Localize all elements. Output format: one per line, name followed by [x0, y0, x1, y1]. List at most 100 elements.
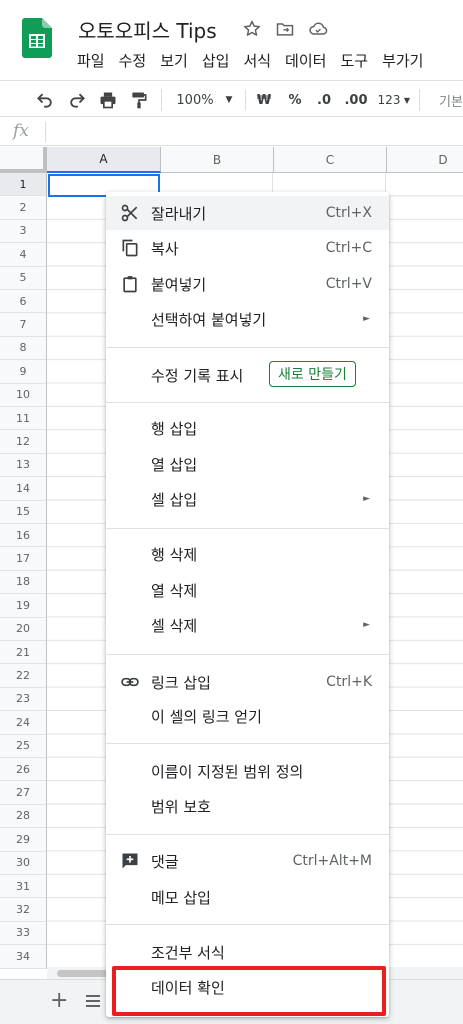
menu-item-label: 셀 삽입 — [151, 490, 198, 509]
row-header[interactable]: 34 — [0, 945, 47, 969]
menu-item-comment[interactable]: 댓글 Ctrl+Alt+M — [106, 844, 389, 878]
column-header-c[interactable]: C — [274, 147, 387, 173]
move-to-folder-icon[interactable] — [275, 19, 295, 39]
font-select[interactable]: 기본 — [438, 90, 463, 110]
select-all-corner[interactable] — [0, 147, 47, 173]
row-header[interactable]: 29 — [0, 828, 47, 852]
more-formats-button[interactable]: 123 — [375, 90, 403, 110]
menu-item-paste[interactable]: 붙여넣기 Ctrl+V — [106, 267, 389, 301]
chevron-down-icon[interactable]: ▼ — [402, 90, 412, 110]
zoom-select[interactable]: 100% — [175, 90, 215, 110]
row-header[interactable]: 6 — [0, 290, 47, 314]
row-header[interactable]: 25 — [0, 734, 47, 758]
row-header[interactable]: 16 — [0, 524, 47, 548]
undo-icon[interactable] — [34, 90, 56, 110]
menu-view[interactable]: 보기 — [160, 50, 188, 71]
document-title[interactable]: 오토오피스 Tips — [78, 15, 217, 44]
column-header-a[interactable]: A — [47, 147, 161, 173]
row-header[interactable]: 15 — [0, 500, 47, 524]
row-header[interactable]: 30 — [0, 851, 47, 875]
highlight-annotation-box — [112, 966, 386, 1016]
menu-item-insert-cells[interactable]: 셀 삽입 ► — [106, 482, 389, 516]
all-sheets-icon[interactable] — [84, 992, 102, 1010]
paint-format-icon[interactable] — [128, 90, 150, 110]
menu-item-paste-special[interactable]: 선택하여 붙여넣기 ► — [106, 302, 389, 336]
star-icon[interactable] — [242, 19, 262, 39]
menu-item-protect-range[interactable]: 범위 보호 — [106, 789, 389, 823]
print-icon[interactable] — [97, 90, 119, 110]
menu-addons[interactable]: 부가기 — [382, 50, 423, 71]
menu-item-delete-cells[interactable]: 셀 삭제 ► — [106, 608, 389, 642]
shortcut-label: Ctrl+X — [325, 205, 372, 221]
menu-item-label: 붙여넣기 — [151, 275, 207, 294]
clipboard-icon — [123, 276, 137, 293]
row-header[interactable]: 12 — [0, 430, 47, 454]
row-header[interactable]: 31 — [0, 875, 47, 899]
row-header[interactable]: 23 — [0, 687, 47, 712]
row-header[interactable]: 19 — [0, 594, 47, 618]
menu-tools[interactable]: 도구 — [340, 50, 368, 71]
menu-edit[interactable]: 수정 — [119, 50, 147, 71]
menu-item-label: 수정 기록 표시 — [151, 366, 244, 385]
column-header-b[interactable]: B — [161, 147, 274, 173]
row-header[interactable]: 28 — [0, 804, 47, 829]
row-header[interactable]: 10 — [0, 383, 47, 407]
menu-item-conditional-format[interactable]: 조건부 서식 — [106, 935, 389, 969]
row-header[interactable]: 13 — [0, 453, 47, 478]
row-header[interactable]: 4 — [0, 243, 47, 267]
row-header[interactable]: 7 — [0, 313, 47, 337]
row-header[interactable]: 24 — [0, 711, 47, 735]
scissors-icon — [121, 204, 138, 222]
row-header[interactable]: 14 — [0, 477, 47, 501]
row-header[interactable]: 5 — [0, 266, 47, 290]
cloud-saved-icon[interactable] — [308, 19, 328, 39]
row-header[interactable]: 1 — [0, 173, 47, 197]
menu-item-label: 잘라내기 — [151, 204, 207, 223]
formula-divider — [45, 122, 46, 142]
row-header[interactable]: 20 — [0, 617, 47, 641]
row-header[interactable]: 22 — [0, 664, 47, 688]
menu-item-edit-history[interactable]: 수정 기록 표시 새로 만들기 — [106, 358, 389, 392]
increase-decimal-button[interactable]: .00 — [342, 90, 370, 110]
menu-separator — [106, 834, 389, 835]
menu-item-label: 범위 보호 — [151, 797, 211, 816]
menu-item-insert-column[interactable]: 열 삽입 — [106, 447, 389, 481]
menu-item-delete-row[interactable]: 행 삭제 — [106, 537, 389, 571]
menu-item-insert-link[interactable]: 링크 삽입 Ctrl+K — [106, 665, 389, 699]
add-sheet-icon[interactable]: + — [50, 988, 68, 1013]
toolbar-divider — [161, 89, 162, 111]
row-header[interactable]: 8 — [0, 336, 47, 361]
menu-item-delete-column[interactable]: 열 삭제 — [106, 573, 389, 607]
row-header[interactable]: 3 — [0, 219, 47, 244]
row-header[interactable]: 27 — [0, 781, 47, 805]
row-header[interactable]: 2 — [0, 196, 47, 220]
sheets-logo-icon[interactable] — [22, 18, 52, 58]
menu-item-cut[interactable]: 잘라내기 Ctrl+X — [106, 196, 389, 230]
row-header[interactable]: 18 — [0, 570, 47, 595]
menu-item-insert-note[interactable]: 메모 삽입 — [106, 880, 389, 914]
column-header-d[interactable]: D — [387, 147, 463, 173]
menu-item-get-cell-link[interactable]: 이 셀의 링크 얻기 — [106, 699, 389, 733]
menu-file[interactable]: 파일 — [77, 50, 105, 71]
menu-insert[interactable]: 삽입 — [202, 50, 230, 71]
menu-format[interactable]: 서식 — [243, 50, 271, 71]
row-header[interactable]: 11 — [0, 407, 47, 431]
row-header[interactable]: 26 — [0, 758, 47, 782]
row-header[interactable]: 33 — [0, 921, 47, 946]
row-header[interactable]: 17 — [0, 547, 47, 571]
menu-item-copy[interactable]: 복사 Ctrl+C — [106, 231, 389, 265]
menu-data[interactable]: 데이터 — [285, 50, 326, 71]
shortcut-label: Ctrl+K — [326, 674, 372, 690]
context-menu: 잘라내기 Ctrl+X 복사 Ctrl+C 붙여넣기 Ctrl+V 선택하여 붙… — [106, 192, 389, 1017]
menu-item-named-range[interactable]: 이름이 지정된 범위 정의 — [106, 754, 389, 788]
row-header[interactable]: 9 — [0, 360, 47, 384]
menu-item-label: 링크 삽입 — [151, 673, 211, 692]
chevron-down-icon[interactable]: ▼ — [222, 90, 236, 110]
currency-format-button[interactable]: ₩ — [255, 90, 273, 110]
row-header[interactable]: 32 — [0, 898, 47, 922]
row-header[interactable]: 21 — [0, 641, 47, 665]
percent-format-button[interactable]: % — [286, 90, 304, 110]
menu-item-insert-row[interactable]: 행 삽입 — [106, 411, 389, 445]
redo-icon[interactable] — [66, 90, 88, 110]
decrease-decimal-button[interactable]: .0 — [313, 90, 335, 110]
